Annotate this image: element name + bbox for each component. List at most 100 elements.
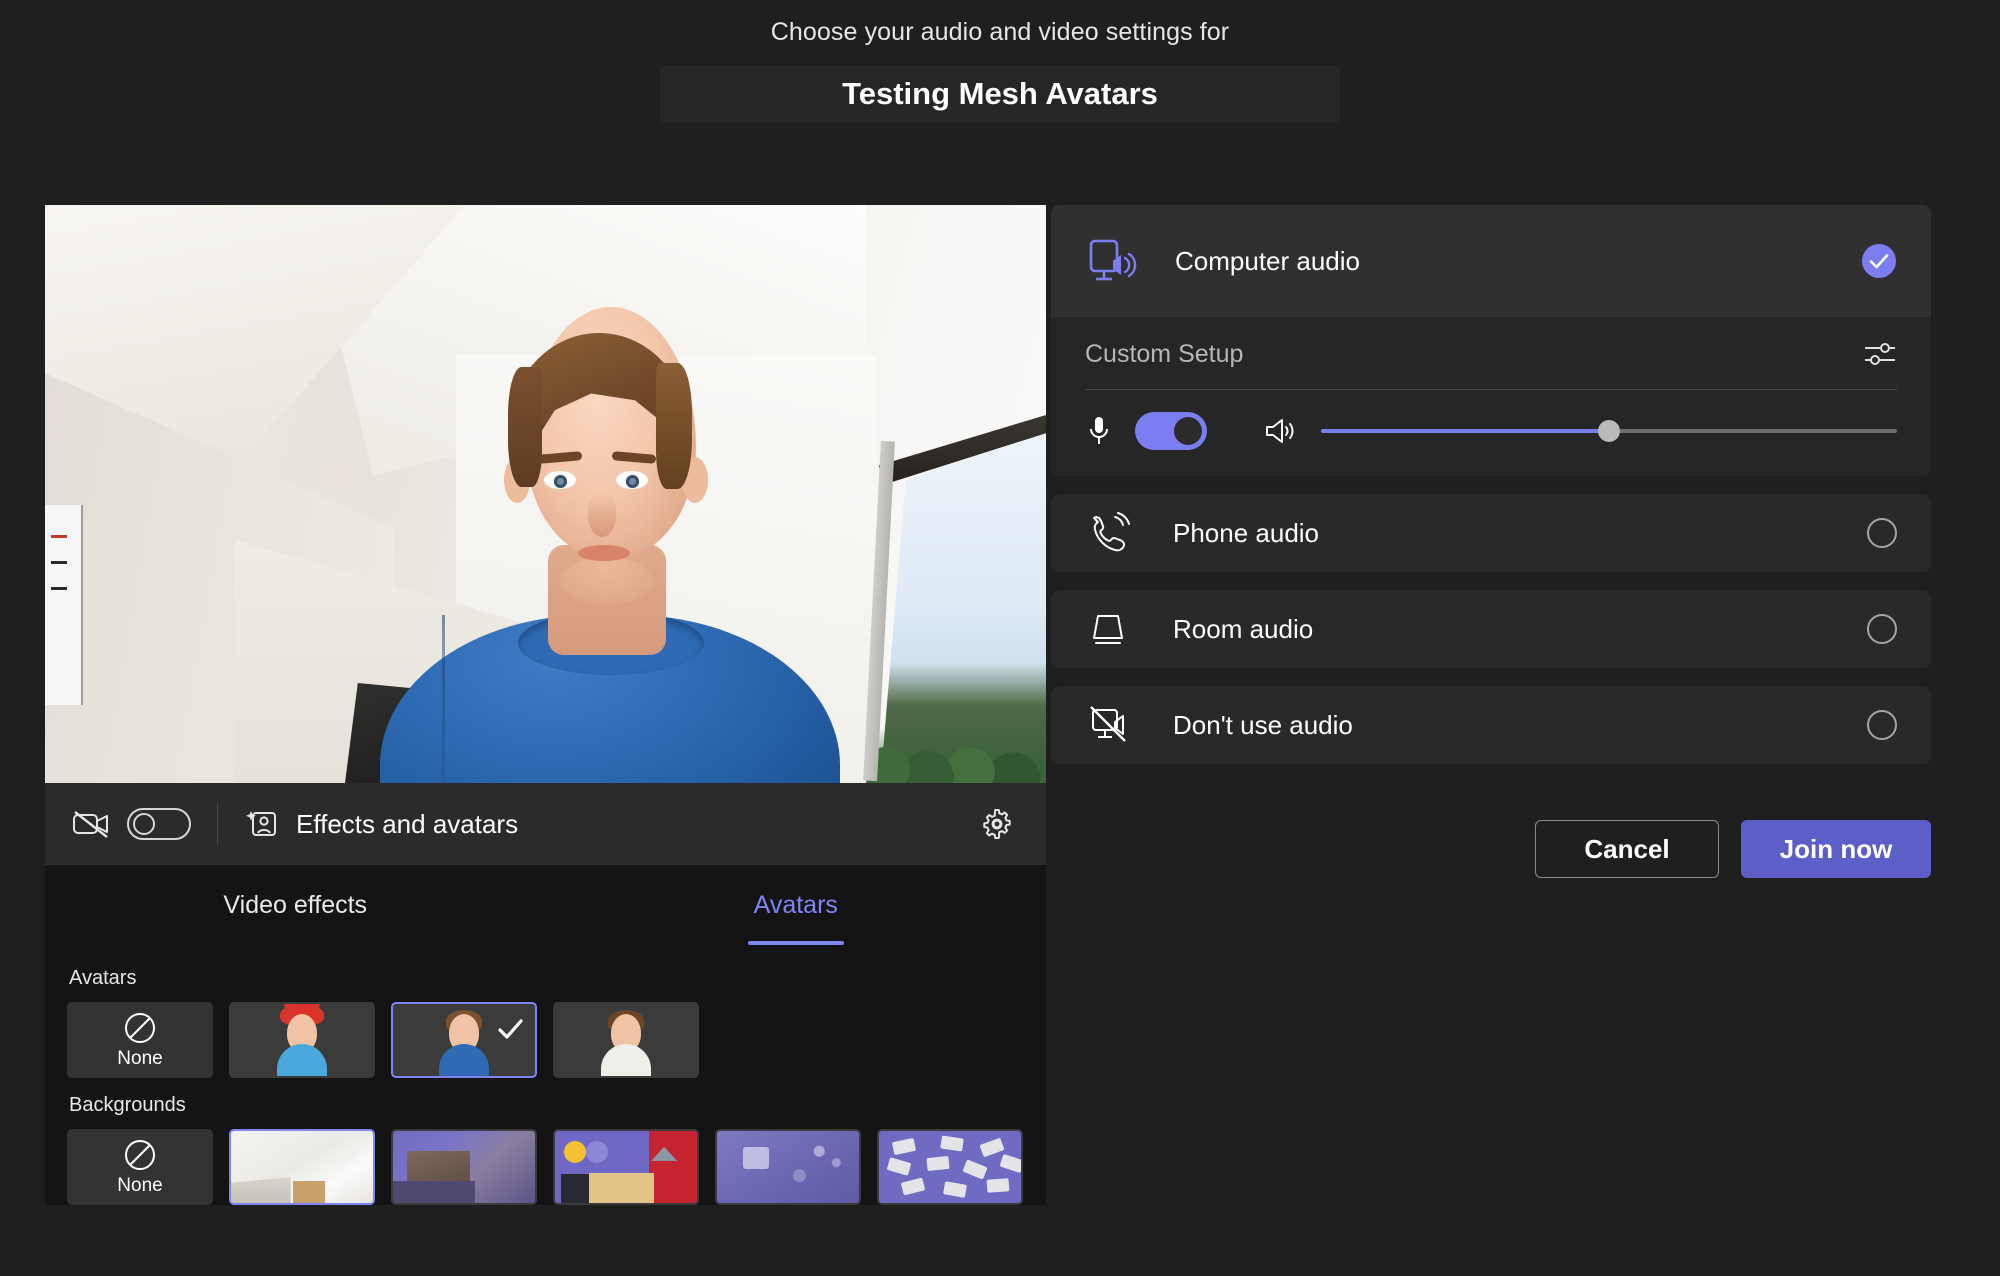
effects-gallery: Avatars None Backgrounds None [45,945,1046,1205]
effects-and-avatars-label: Effects and avatars [296,808,519,839]
backgrounds-section-label: Backgrounds [69,1094,186,1116]
effects-and-avatars-icon[interactable] [244,808,278,840]
meeting-title-banner: Testing Mesh Avatars [660,65,1340,123]
effects-tabs: Video effects Avatars [45,865,1046,945]
prejoin-screen: Choose your audio and video settings for… [0,0,2000,1276]
phone-audio-radio[interactable] [1867,518,1897,548]
bg-shelf [560,1174,590,1203]
audio-column: Computer audio Custom Setup Phone audio … [1003,205,1931,878]
whiteboard [45,505,83,705]
background-tile-none[interactable]: None [67,1129,213,1205]
avatar-chin [559,557,652,605]
background-thumb [879,1131,1021,1203]
background-tile-purple-cards[interactable] [877,1129,1023,1205]
speaker-icon [1263,416,1297,446]
phone-audio-label: Phone audio [1173,517,1320,548]
background-tile-purple-abstract[interactable] [715,1129,861,1205]
camera-toggle-knob [133,813,155,835]
custom-setup-header: Custom Setup [1085,339,1897,369]
microphone-toggle[interactable] [1135,412,1207,450]
control-divider [217,803,218,845]
volume-slider-fill [1321,429,1609,433]
avatar-tile-white-shirt[interactable] [553,1002,699,1078]
avatar-none-label: None [117,1047,163,1069]
camera-toggle[interactable] [127,808,191,840]
room-speaker-icon [1085,608,1131,650]
tab-avatars[interactable]: Avatars [546,865,1047,945]
no-audio-icon [1085,704,1131,746]
avatars-section-label: Avatars [69,967,137,989]
computer-audio-card: Computer audio Custom Setup [1051,205,1931,476]
tab-video-effects[interactable]: Video effects [45,865,546,945]
avatar-thumb-torso [601,1044,651,1076]
audio-settings-sliders-icon[interactable] [1863,339,1897,369]
computer-audio-icon [1085,237,1139,285]
no-audio-label: Don't use audio [1173,709,1353,740]
background-tile-bright-room[interactable] [229,1129,375,1205]
bg-red-wall [648,1131,697,1203]
avatar-pupil-right [625,475,639,488]
room-audio-option[interactable]: Room audio [1051,590,1931,668]
video-column: Effects and avatars Video effects Avatar… [0,205,1046,1221]
avatar-pupil-left [553,475,567,488]
avatar-brow-right [611,451,656,464]
background-none-label: None [117,1174,163,1196]
bg-dresser [589,1172,655,1203]
volume-slider-knob[interactable] [1598,420,1620,442]
page-title: Testing Mesh Avatars [842,76,1158,111]
no-background-icon [123,1138,157,1172]
background-thumb [555,1131,697,1203]
background-tile-colorful-room[interactable] [553,1129,699,1205]
room-audio-label: Room audio [1173,613,1314,644]
avatar-nose [587,493,616,537]
computer-audio-option[interactable]: Computer audio [1051,205,1931,317]
computer-audio-label: Computer audio [1175,245,1360,276]
avatar-mouth [577,545,630,561]
avatar-tile-red-hat[interactable] [229,1002,375,1078]
avatar-hair-left [507,367,542,487]
custom-setup-controls [1085,412,1897,450]
bg-disc-purple [586,1141,609,1164]
trees-outside [866,713,1046,783]
camera-off-icon[interactable] [71,807,111,841]
microphone-toggle-knob [1174,417,1202,445]
avatar-tile-blue-shirt[interactable] [391,1002,537,1078]
video-preview [45,205,1046,783]
background-thumb [717,1131,859,1203]
volume-slider[interactable] [1321,420,1897,442]
header-subtitle: Choose your audio and video settings for [770,18,1230,46]
check-icon [333,1141,363,1171]
video-control-bar: Effects and avatars [45,783,1046,865]
cancel-button[interactable]: Cancel [1535,820,1719,878]
computer-audio-selected-icon[interactable] [1861,243,1897,279]
bg-disc-yellow [563,1141,586,1164]
check-icon [495,1014,525,1044]
no-audio-radio[interactable] [1867,710,1897,740]
header: Choose your audio and video settings for… [0,0,2000,123]
avatar-thumb-torso [277,1044,327,1076]
background-tile-purple-living-room[interactable] [391,1129,537,1205]
no-audio-option[interactable]: Don't use audio [1051,686,1931,764]
custom-setup-label: Custom Setup [1085,339,1244,368]
avatar-tile-none[interactable]: None [67,1002,213,1078]
avatars-row: None [67,1002,1024,1078]
custom-setup-divider [1085,389,1897,390]
avatar-thumb [271,1004,333,1076]
backgrounds-row: None [67,1129,1024,1205]
main-content: Effects and avatars Video effects Avatar… [0,205,2000,1221]
phone-audio-option[interactable]: Phone audio [1051,494,1931,572]
avatar-hair-right [655,363,692,489]
no-avatar-icon [123,1011,157,1045]
join-now-button[interactable]: Join now [1741,820,1931,878]
avatar-thumb [595,1004,657,1076]
window [846,395,1046,783]
avatar-brow-left [537,451,582,464]
action-buttons: Cancel Join now [1051,820,1931,878]
microphone-icon [1085,414,1113,448]
background-thumb [393,1131,535,1203]
avatar-thumb-torso [439,1044,489,1076]
room-audio-radio[interactable] [1867,614,1897,644]
phone-icon [1085,512,1131,554]
custom-setup-section: Custom Setup [1051,317,1931,476]
avatar-thumb [433,1004,495,1076]
